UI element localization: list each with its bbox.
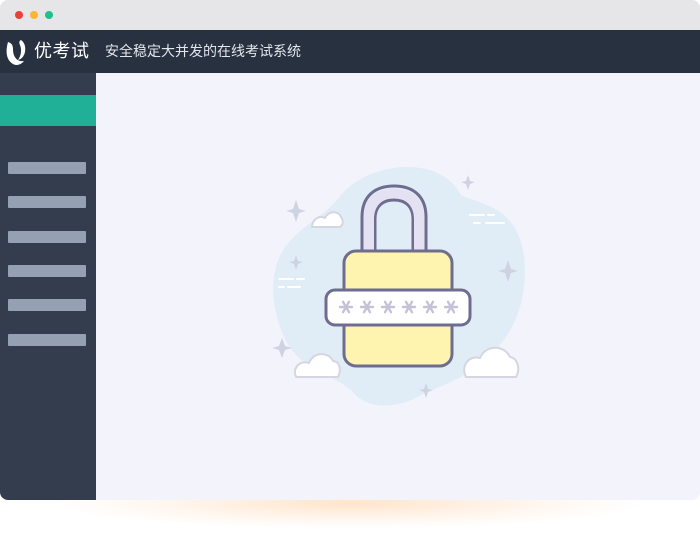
sparkle-icon xyxy=(286,200,306,222)
sidebar-item-placeholder[interactable] xyxy=(8,265,86,277)
sidebar-item-placeholder[interactable] xyxy=(8,162,86,174)
brand-name[interactable]: 优考试 xyxy=(34,41,90,63)
close-window-button[interactable] xyxy=(15,11,23,19)
sidebar-item-placeholder[interactable] xyxy=(8,334,86,346)
padlock-password-icon xyxy=(272,166,525,406)
app-header: 优考试 安全稳定大并发的在线考试系统 xyxy=(0,30,700,73)
sidebar xyxy=(0,73,96,500)
cloud-icon xyxy=(311,211,344,228)
header-slogan: 安全稳定大并发的在线考试系统 xyxy=(105,44,301,60)
sidebar-item-placeholder[interactable] xyxy=(8,196,86,208)
app-window: 优考试 安全稳定大并发的在线考试系统 xyxy=(0,0,700,500)
window-titlebar xyxy=(0,0,700,30)
sidebar-item-active[interactable] xyxy=(0,95,96,126)
sidebar-item-placeholder[interactable] xyxy=(8,299,86,311)
maximize-window-button[interactable] xyxy=(45,11,53,19)
leaf-u-logo-icon[interactable] xyxy=(4,37,30,67)
main-content xyxy=(96,73,700,500)
sparkle-icon xyxy=(461,175,475,190)
minimize-window-button[interactable] xyxy=(30,11,38,19)
sidebar-item-placeholder[interactable] xyxy=(8,231,86,243)
